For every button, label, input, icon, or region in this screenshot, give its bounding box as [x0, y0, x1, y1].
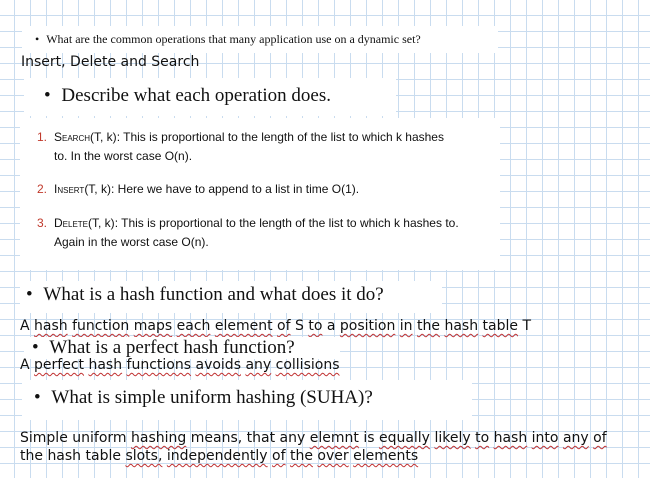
question-3: • What is a hash function and what does … — [26, 284, 384, 306]
bullet-icon: • — [26, 284, 33, 305]
answer-5-line-1: Simple uniform hashing means, that any e… — [20, 430, 607, 446]
bullet-icon: • — [34, 387, 41, 408]
list-number: 2. — [37, 182, 48, 196]
answer-5-line-2: the hash table slots, independently of t… — [20, 448, 419, 464]
question-4-text: What is a perfect hash function? — [49, 337, 295, 358]
question-5: • What is simple uniform hashing (SUHA)? — [34, 387, 373, 409]
op-name: Delete — [54, 216, 89, 230]
answer-5: Simple uniform hashing means, that any e… — [20, 429, 607, 465]
list-item-line: Delete(T, k): This is proportional to th… — [54, 215, 459, 232]
op-args: (T, k) — [84, 182, 111, 196]
question-2: • Describe what each operation does. — [44, 85, 331, 107]
op-args: (T, k) — [88, 216, 115, 230]
op-desc: : This is proportional to the length of … — [114, 216, 459, 230]
question-1: • What are the common operations that ma… — [35, 32, 421, 47]
op-desc: : This is proportional to the length of … — [116, 130, 444, 144]
op-name: Search — [54, 130, 91, 144]
question-3-block: • What is a hash function and what does … — [20, 281, 442, 313]
question-1-text: What are the common operations that many… — [46, 32, 421, 46]
question-5-text: What is simple uniform hashing (SUHA)? — [51, 387, 373, 408]
question-5-block: • What is simple uniform hashing (SUHA)? — [22, 380, 472, 420]
list-number: 3. — [37, 216, 48, 230]
list-item-line: Search(T, k): This is proportional to th… — [54, 129, 444, 146]
answer-4: A perfect hash functions avoids any coll… — [20, 357, 340, 373]
list-item-line-2: to. In the worst case O(n). — [54, 149, 193, 163]
op-args: (T, k) — [90, 130, 117, 144]
bullet-icon: • — [44, 85, 51, 106]
op-desc: : Here we have to append to a list in ti… — [110, 182, 360, 196]
list-item-line: Insert(T, k): Here we have to append to … — [54, 181, 359, 198]
op-name: Insert — [54, 182, 85, 196]
answer-3: A hash function maps each element of S t… — [20, 318, 532, 334]
question-4-block: • What is a perfect hash function? — [24, 337, 340, 359]
operations-list: 1. Search(T, k): This is proportional to… — [20, 118, 500, 270]
list-item-line-2: Again in the worst case O(n). — [54, 235, 209, 249]
question-2-text: Describe what each operation does. — [61, 85, 331, 106]
question-2-block: • Describe what each operation does. — [24, 78, 396, 116]
question-1-block: • What are the common operations that ma… — [22, 26, 498, 53]
list-number: 1. — [37, 130, 48, 144]
answer-1: Insert, Delete and Search — [21, 54, 200, 70]
question-3-text: What is a hash function and what does it… — [43, 284, 384, 305]
question-4: • What is a perfect hash function? — [32, 337, 295, 359]
bullet-icon: • — [32, 337, 39, 358]
bullet-icon: • — [35, 32, 40, 46]
